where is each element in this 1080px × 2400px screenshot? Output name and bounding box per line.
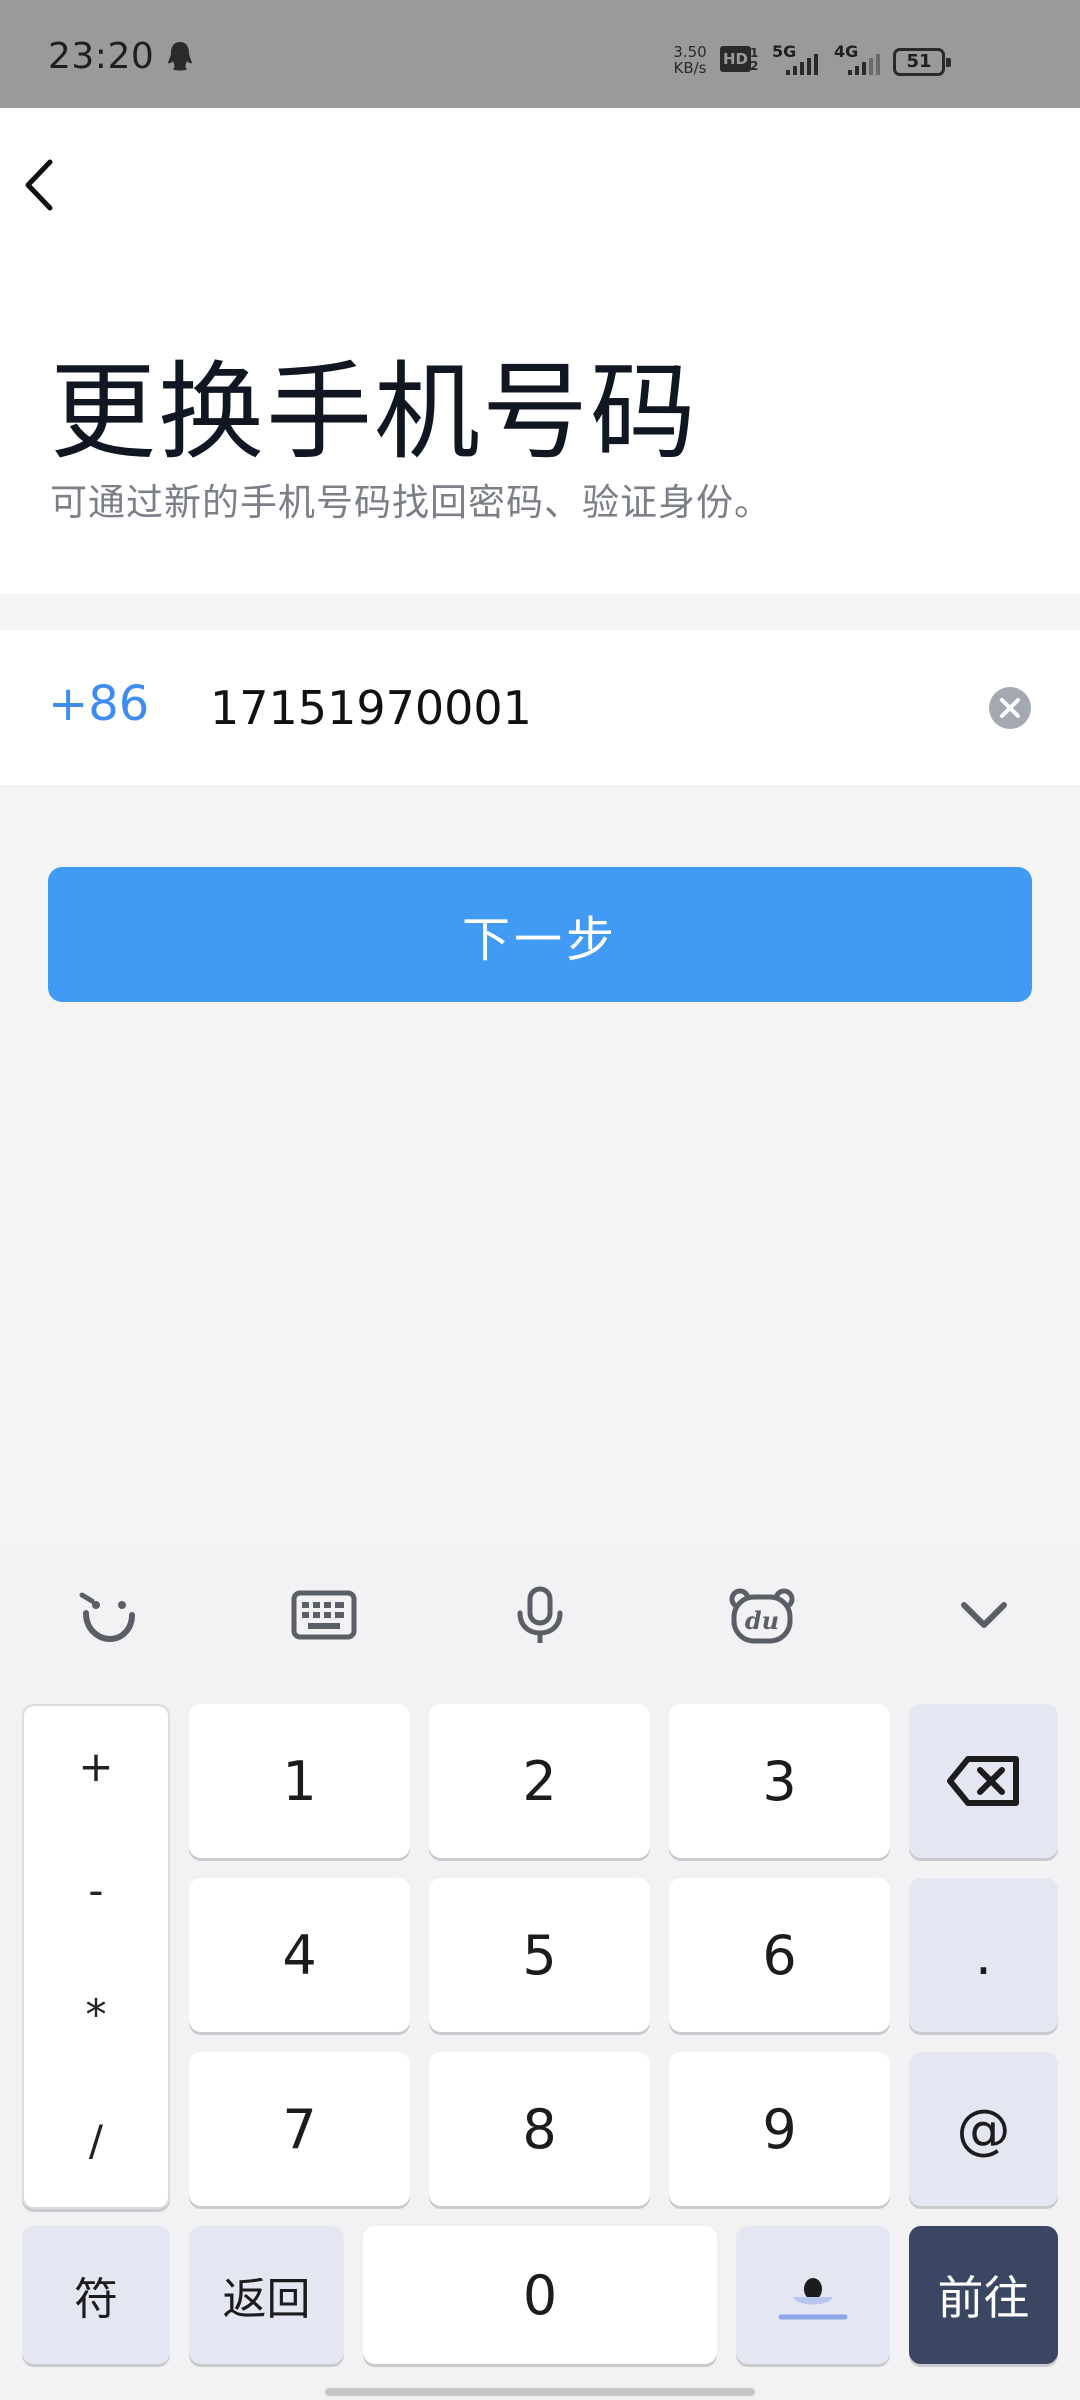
smiley-icon[interactable] (72, 1583, 144, 1647)
symbol-plus[interactable]: + (24, 1742, 168, 1791)
key-5[interactable]: 5 (429, 1878, 650, 2032)
space-icon (778, 2278, 848, 2320)
page-subtitle: 可通过新的手机号码找回密码、验证身份。 (50, 481, 772, 524)
backspace-icon (946, 1756, 1019, 1806)
status-time: 23:20 (48, 36, 155, 77)
key-2[interactable]: 2 (429, 1704, 650, 1858)
status-bar: 23:20 3.50 KB/s HD 1 2 5G 4G 51 (0, 0, 1080, 108)
hd-voice-icon: HD 1 2 (720, 46, 762, 76)
page-header: 更换手机号码 可通过新的手机号码找回密码、验证身份。 (0, 108, 1080, 594)
dot-key[interactable]: . (909, 1878, 1058, 2032)
battery-indicator: 51 (893, 48, 951, 76)
phone-input-row: +86 (0, 630, 1080, 785)
network-speed-value: 3.50 (673, 43, 707, 61)
backspace-key[interactable] (909, 1704, 1058, 1858)
collapse-keyboard-icon[interactable] (948, 1583, 1020, 1647)
signal-4g-icon: 4G (834, 42, 886, 78)
key-0[interactable]: 0 (363, 2226, 717, 2364)
key-3[interactable]: 3 (669, 1704, 890, 1858)
keyboard-switch-icon[interactable] (288, 1583, 360, 1647)
home-indicator[interactable] (325, 2388, 755, 2396)
back-arrow-icon[interactable] (18, 150, 62, 220)
symbol-asterisk[interactable]: * (24, 1990, 168, 2039)
next-step-button[interactable]: 下一步 (48, 867, 1032, 1002)
key-6[interactable]: 6 (669, 1878, 890, 2032)
at-key[interactable]: @ (909, 2052, 1058, 2206)
symbol-minus[interactable]: - (24, 1866, 168, 1915)
key-4[interactable]: 4 (189, 1878, 410, 2032)
return-key[interactable]: 返回 (189, 2226, 344, 2364)
key-8[interactable]: 8 (429, 2052, 650, 2206)
network-speed-unit: KB/s (673, 59, 707, 77)
key-1[interactable]: 1 (189, 1704, 410, 1858)
key-9[interactable]: 9 (669, 2052, 890, 2206)
network-speed: 3.50 KB/s (670, 44, 710, 76)
signal-5g-icon: 5G (772, 42, 824, 78)
space-key[interactable] (736, 2226, 890, 2364)
symbol-column[interactable]: + - * / (22, 1704, 170, 2209)
country-code-selector[interactable]: +86 (48, 676, 149, 732)
svg-text:du: du (745, 1606, 779, 1635)
microphone-icon[interactable] (504, 1583, 576, 1647)
hd-label: HD (720, 46, 752, 72)
clear-input-icon[interactable] (988, 686, 1032, 730)
qq-notification-icon (168, 42, 192, 71)
baidu-input-icon[interactable]: du (726, 1583, 798, 1647)
symbol-slash[interactable]: / (24, 2116, 168, 2165)
go-key[interactable]: 前往 (909, 2226, 1058, 2364)
symbols-key[interactable]: 符 (22, 2226, 170, 2364)
page-title: 更换手机号码 (50, 351, 698, 474)
phone-number-input[interactable] (210, 670, 950, 746)
key-7[interactable]: 7 (189, 2052, 410, 2206)
